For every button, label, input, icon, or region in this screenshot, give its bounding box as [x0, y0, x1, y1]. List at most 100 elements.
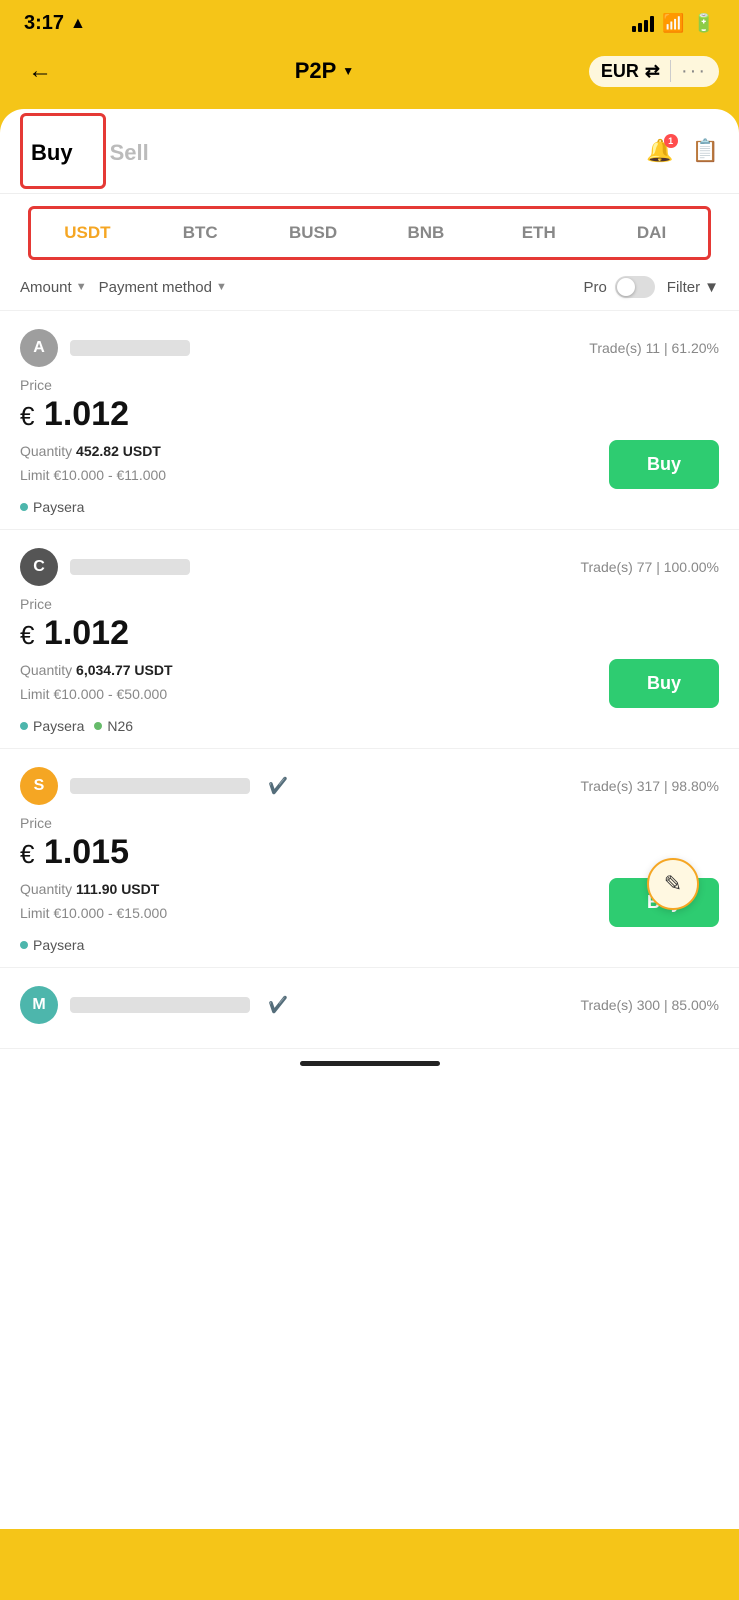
listing-card-2: C Trade(s) 77 | 100.00% Price € 1.012 Qu… — [0, 530, 739, 749]
avatar-4: M — [20, 986, 58, 1024]
price-value-1: € 1.012 — [20, 395, 719, 434]
qty-limit-info-1: Quantity 452.82 USDT Limit €10.000 - €11… — [20, 440, 166, 488]
tag-dot-1 — [20, 503, 28, 511]
amount-filter[interactable]: Amount ▼ — [20, 279, 87, 296]
home-bar — [300, 1061, 440, 1066]
payment-tags-1: Paysera — [20, 499, 719, 515]
verified-icon-4: ✔️ — [268, 995, 288, 1015]
price-label-2: Price — [20, 596, 719, 612]
qty-limit-row-2: Quantity 6,034.77 USDT Limit €10.000 - €… — [20, 659, 719, 708]
trade-stats-4: Trade(s) 300 | 85.00% — [580, 997, 719, 1013]
tag-label-1: Paysera — [33, 499, 84, 515]
orders-icon[interactable]: 📋 — [692, 138, 719, 164]
payment-tag-n26-2: N26 — [94, 718, 133, 734]
price-currency-1: € — [20, 401, 34, 431]
tag-label-n26-2: N26 — [107, 718, 133, 734]
price-label-1: Price — [20, 377, 719, 393]
tag-dot-paysera-2 — [20, 722, 28, 730]
payment-method-filter[interactable]: Payment method ▼ — [99, 279, 227, 296]
main-content: Buy Sell 🔔 1 📋 USDT BTC BUSD BNB ETH DAI… — [0, 109, 739, 1529]
sell-tab[interactable]: Sell — [106, 118, 169, 184]
crypto-tab-btc[interactable]: BTC — [144, 209, 257, 257]
card-header-3: S ✔️ Trade(s) 317 | 98.80% — [20, 767, 719, 805]
trade-stats-3: Trade(s) 317 | 98.80% — [580, 778, 719, 794]
buy-tab[interactable]: Buy — [27, 118, 93, 184]
price-currency-2: € — [20, 620, 34, 650]
listing-card-4: M ✔️ Trade(s) 300 | 85.00% — [0, 968, 739, 1049]
nav-divider — [670, 60, 671, 82]
back-arrow-icon: ← — [28, 57, 52, 85]
avatar-1: A — [20, 329, 58, 367]
username-blur-4 — [70, 997, 250, 1013]
price-row-1: Price € 1.012 — [20, 377, 719, 434]
amount-label: Amount — [20, 279, 72, 296]
notification-badge: 1 — [664, 134, 678, 148]
pro-toggle[interactable] — [615, 276, 655, 298]
status-bar: 3:17 ▲ 📶 🔋 — [0, 0, 739, 43]
crypto-tabs: USDT BTC BUSD BNB ETH DAI — [28, 206, 711, 260]
avatar-2: C — [20, 548, 58, 586]
crypto-tab-busd[interactable]: BUSD — [257, 209, 370, 257]
crypto-tab-dai[interactable]: DAI — [595, 209, 708, 257]
price-value-2: € 1.012 — [20, 614, 719, 653]
payment-method-label: Payment method — [99, 279, 212, 296]
filter-icon: ▼ — [704, 279, 719, 296]
card-header-4: M ✔️ Trade(s) 300 | 85.00% — [20, 986, 719, 1024]
tag-dot-n26-2 — [94, 722, 102, 730]
amount-dropdown-icon: ▼ — [76, 281, 87, 293]
pro-toggle-wrap: Pro — [583, 276, 654, 298]
nav-title: P2P — [295, 58, 337, 84]
username-blur-1 — [70, 340, 190, 356]
username-blur-2 — [70, 559, 190, 575]
nav-center: P2P ▼ — [295, 58, 354, 84]
user-info-2: C — [20, 548, 190, 586]
buy-sell-tab-row: Buy Sell 🔔 1 📋 — [0, 109, 739, 194]
payment-tag-paysera-2: Paysera — [20, 718, 84, 734]
back-button[interactable]: ← — [20, 51, 60, 91]
tag-label-paysera-3: Paysera — [33, 937, 84, 953]
price-currency-3: € — [20, 839, 34, 869]
qty-limit-row-1: Quantity 452.82 USDT Limit €10.000 - €11… — [20, 440, 719, 489]
buy-sell-tabs: Buy Sell — [20, 109, 646, 193]
trade-stats-1: Trade(s) 11 | 61.20% — [589, 340, 719, 356]
currency-swap-icon: ⇄ — [645, 61, 660, 82]
currency-button[interactable]: EUR ⇄ — [601, 61, 660, 82]
crypto-tabs-container: USDT BTC BUSD BNB ETH DAI — [0, 194, 739, 260]
currency-label: EUR — [601, 61, 639, 82]
avatar-3: S — [20, 767, 58, 805]
price-row-2: Price € 1.012 — [20, 596, 719, 653]
card-header-1: A Trade(s) 11 | 61.20% — [20, 329, 719, 367]
more-button[interactable]: ··· — [681, 60, 707, 83]
payment-dropdown-icon: ▼ — [216, 281, 227, 293]
filter-button[interactable]: Filter ▼ — [667, 279, 719, 296]
price-row-3: Price € 1.015 — [20, 815, 719, 872]
status-icons: 📶 🔋 — [632, 13, 715, 34]
crypto-tab-bnb[interactable]: BNB — [369, 209, 482, 257]
home-indicator — [0, 1049, 739, 1074]
nav-right: EUR ⇄ ··· — [589, 56, 719, 87]
listing-card-1: A Trade(s) 11 | 61.20% Price € 1.012 Qua… — [0, 311, 739, 530]
tag-dot-paysera-3 — [20, 941, 28, 949]
card-header-2: C Trade(s) 77 | 100.00% — [20, 548, 719, 586]
tag-label-paysera-2: Paysera — [33, 718, 84, 734]
user-info-3: S ✔️ — [20, 767, 288, 805]
status-time: 3:17 — [24, 12, 64, 35]
pro-label: Pro — [583, 279, 606, 296]
location-icon: ▲ — [70, 15, 86, 33]
qty-limit-row-3: Quantity 111.90 USDT Limit €10.000 - €15… — [20, 878, 719, 927]
notification-button[interactable]: 🔔 1 — [646, 138, 673, 164]
price-value-3: € 1.015 — [20, 833, 719, 872]
fab-button[interactable]: ✎ — [647, 858, 699, 910]
verified-icon-3: ✔️ — [268, 776, 288, 796]
wifi-icon: 📶 — [662, 13, 684, 34]
buy-button-1[interactable]: Buy — [609, 440, 719, 489]
crypto-tab-usdt[interactable]: USDT — [31, 209, 144, 257]
listing-card-3: S ✔️ Trade(s) 317 | 98.80% Price € 1.015… — [0, 749, 739, 968]
p2p-dropdown-icon[interactable]: ▼ — [342, 64, 354, 78]
qty-limit-info-3: Quantity 111.90 USDT Limit €10.000 - €15… — [20, 878, 167, 926]
crypto-tab-eth[interactable]: ETH — [482, 209, 595, 257]
price-label-3: Price — [20, 815, 719, 831]
battery-icon: 🔋 — [693, 13, 715, 34]
buy-button-2[interactable]: Buy — [609, 659, 719, 708]
payment-tags-3: Paysera — [20, 937, 719, 953]
